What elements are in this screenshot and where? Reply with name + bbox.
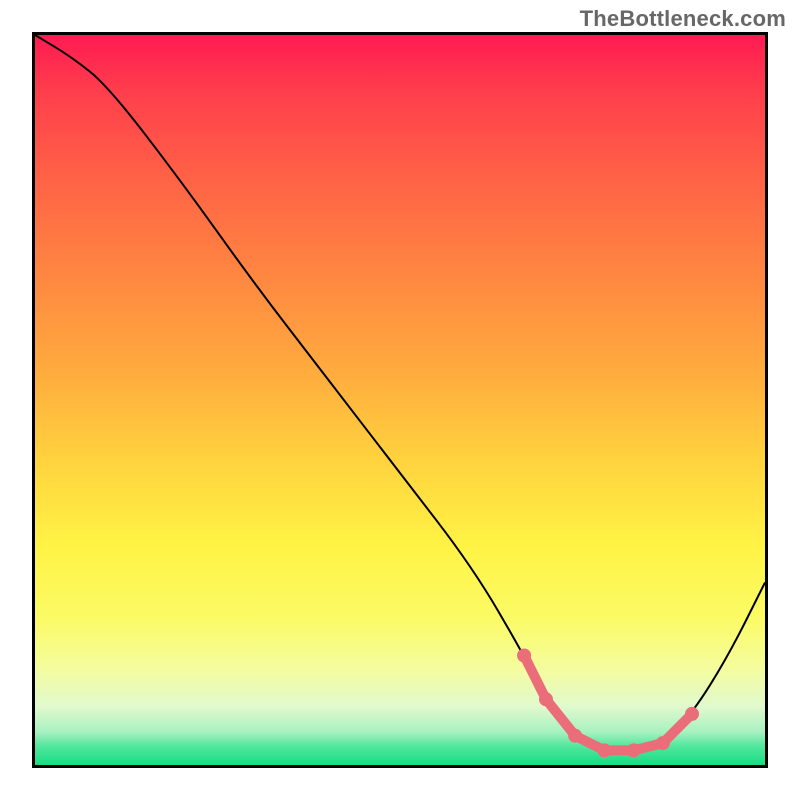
highlight-group (517, 649, 699, 758)
highlight-dot (656, 736, 670, 750)
chart-svg (35, 35, 765, 765)
highlight-dot (627, 743, 641, 757)
highlight-dot (568, 729, 582, 743)
highlight-dot (597, 743, 611, 757)
watermark-text: TheBottleneck.com (580, 6, 786, 32)
highlight-dot (517, 649, 531, 663)
highlight-dot (685, 707, 699, 721)
highlight-dot (539, 692, 553, 706)
chart-plot-area (32, 32, 768, 768)
chart-curve (35, 35, 765, 750)
